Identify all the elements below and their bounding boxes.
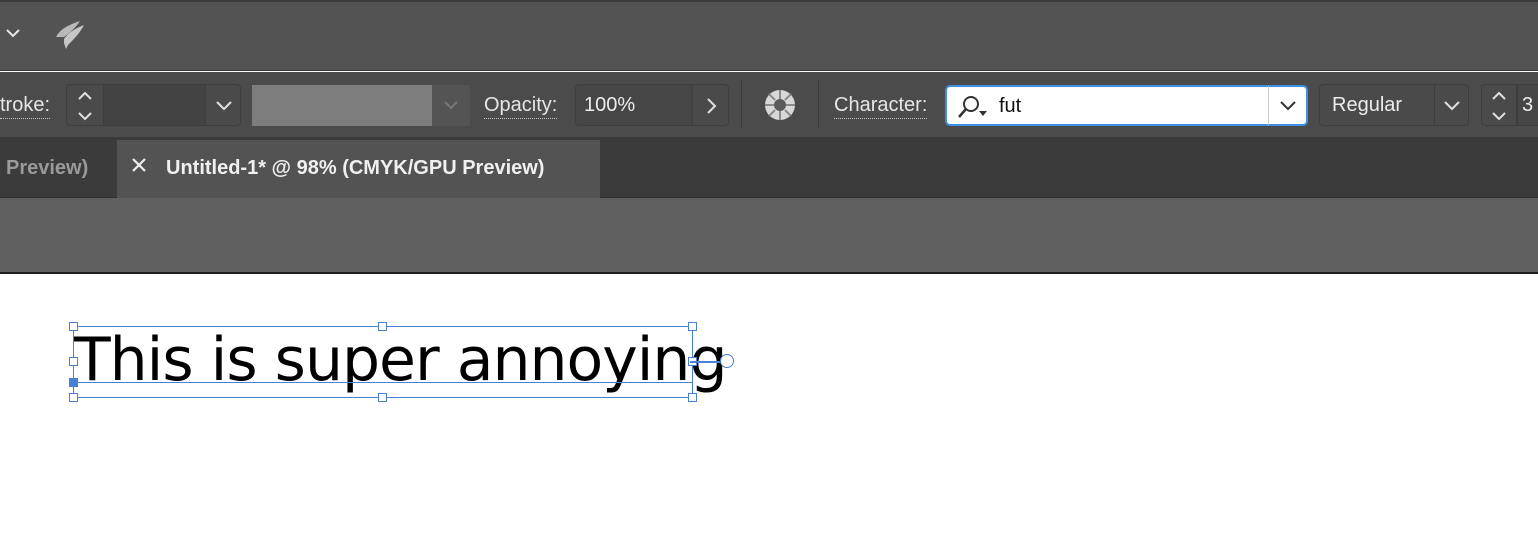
resize-handle-top-right[interactable] xyxy=(688,322,697,331)
separator xyxy=(741,80,742,128)
opacity-label[interactable]: Opacity: xyxy=(484,92,558,119)
text-out-port[interactable] xyxy=(720,354,734,368)
opacity-input[interactable]: 100% xyxy=(575,84,693,126)
tab-untitled-1[interactable]: Untitled-1* @ 98% (CMYK/GPU Preview) xyxy=(117,140,600,198)
chevron-down-icon xyxy=(1444,101,1460,111)
chevron-right-icon xyxy=(707,98,717,114)
stroke-weight-stepper[interactable] xyxy=(66,84,104,126)
text-out-port-line xyxy=(690,361,720,363)
stroke-weight-input[interactable] xyxy=(103,84,206,126)
brush-icon[interactable] xyxy=(50,15,90,55)
tab-previous-document[interactable]: Preview) xyxy=(0,140,116,196)
resize-handle-middle-left[interactable] xyxy=(69,357,78,366)
text-baseline xyxy=(73,382,693,383)
resize-handle-top-left[interactable] xyxy=(69,322,78,331)
font-style-input[interactable]: Regular xyxy=(1319,84,1435,126)
font-size-stepper[interactable] xyxy=(1481,84,1517,126)
font-family-dropdown[interactable] xyxy=(1268,85,1308,126)
resize-handle-bottom-left[interactable] xyxy=(69,393,78,402)
character-label[interactable]: Character: xyxy=(834,92,928,119)
selected-text-object[interactable]: This is super annoying xyxy=(74,315,728,405)
top-toolbar xyxy=(0,0,1538,71)
separator xyxy=(818,80,819,128)
stroke-style-dropdown[interactable] xyxy=(432,85,470,126)
search-icon[interactable] xyxy=(953,93,993,121)
chevron-down-icon xyxy=(444,101,458,110)
stepper-icon xyxy=(1492,91,1506,121)
resize-handle-top-center[interactable] xyxy=(378,322,387,331)
pasteboard xyxy=(0,198,1538,274)
chevron-down-icon xyxy=(216,101,232,111)
chevron-down-icon xyxy=(1280,101,1296,111)
stroke-weight-dropdown[interactable] xyxy=(205,84,241,126)
font-size-input[interactable]: 3 xyxy=(1517,84,1538,126)
stroke-style-swatch[interactable] xyxy=(252,85,432,126)
stroke-label[interactable]: troke: xyxy=(0,92,51,119)
close-icon[interactable] xyxy=(131,157,147,173)
baseline-anchor[interactable] xyxy=(69,378,78,387)
resize-handle-bottom-right[interactable] xyxy=(688,393,697,402)
font-family-search-input[interactable]: fut xyxy=(945,85,1270,126)
tab-title: Untitled-1* @ 98% (CMYK/GPU Preview) xyxy=(166,157,545,179)
globe-icon[interactable] xyxy=(763,88,797,122)
font-search-value: fut xyxy=(999,95,1022,117)
resize-handle-bottom-center[interactable] xyxy=(378,393,387,402)
font-style-dropdown[interactable] xyxy=(1434,84,1469,126)
stepper-icon xyxy=(78,91,92,121)
chevron-down-icon[interactable] xyxy=(4,24,22,42)
opacity-popup-button[interactable] xyxy=(692,84,729,126)
